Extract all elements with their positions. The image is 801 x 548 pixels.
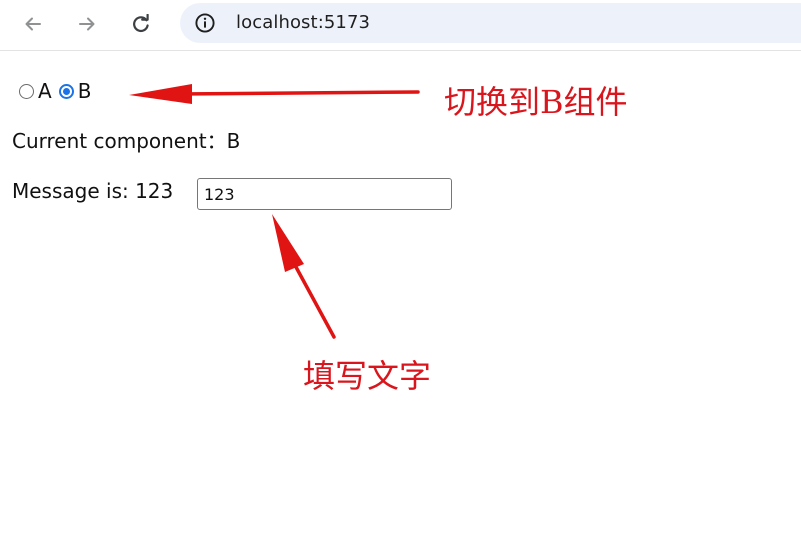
reload-button[interactable] [124,7,158,41]
address-bar[interactable]: localhost:5173 [180,3,801,43]
radio-b[interactable] [58,83,74,99]
current-component-text: Current component：B [12,129,241,153]
url-text[interactable]: localhost:5173 [236,13,370,33]
annotation-fill-note: 填写文字 [303,357,432,395]
radio-b-label[interactable]: B [78,80,92,102]
radio-a[interactable] [19,83,34,99]
back-button[interactable] [16,7,50,41]
radio-a-label[interactable]: A [38,80,52,102]
info-icon[interactable] [194,12,216,34]
forward-button[interactable] [70,7,104,41]
component-radio-group: A B [19,80,98,102]
arrow-forward-icon [77,14,97,34]
message-input[interactable] [197,178,452,210]
annotation-arrows [129,84,420,339]
annotation-arrow-fill [272,214,336,339]
arrow-back-icon [23,14,43,34]
message-text: Message is: 123 [12,179,174,203]
annotation-switch-note: 切换到B组件 [444,83,628,121]
annotation-arrow-switch [129,84,420,104]
browser-toolbar: localhost:5173 [0,0,801,51]
reload-icon [131,14,151,34]
